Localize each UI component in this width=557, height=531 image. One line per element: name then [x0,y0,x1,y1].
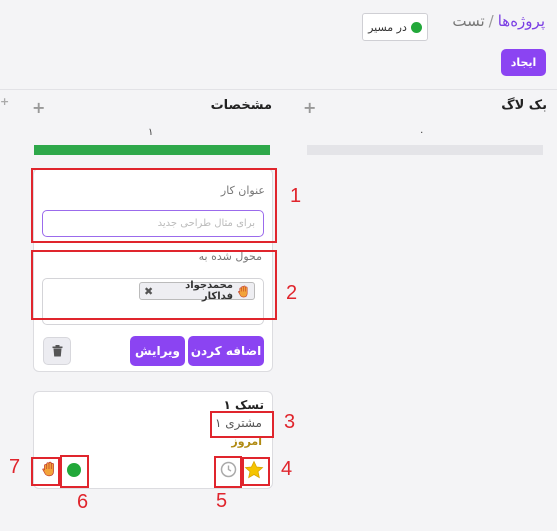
annotation-number-3: 3 [284,411,296,433]
status-label: در مسیر [368,20,407,34]
add-button[interactable]: اضافه کردن [188,336,264,366]
specs-count: ۱ [148,127,154,138]
annotation-box-4 [242,457,270,486]
task-card-title: تسک ۱ [223,398,264,412]
breadcrumb-separator: / [488,12,494,30]
backlog-count: ۰ [419,127,425,138]
annotation-box-5 [214,456,242,488]
breadcrumb-current: تست [452,12,485,30]
next-column-add-plus-icon[interactable]: + [0,96,9,107]
specs-progress-bar [34,145,270,155]
backlog-add-plus-icon[interactable]: + [303,100,316,116]
annotation-box-7 [31,457,60,486]
annotation-number-2: 2 [286,282,298,304]
specs-add-plus-icon[interactable]: + [32,100,45,116]
annotation-number-1: 1 [290,185,302,207]
annotation-number-4: 4 [281,458,293,480]
project-status-badge[interactable]: در مسیر [362,13,428,41]
annotation-number-5: 5 [216,490,228,512]
breadcrumb: پروژه‌ها/تست [452,12,545,30]
column-title-backlog: بک لاگ [501,98,547,113]
trash-icon [52,345,63,357]
annotation-number-6: 6 [77,491,89,513]
edit-button[interactable]: ویرایش [130,336,185,366]
delete-button[interactable] [43,337,71,365]
annotation-box-6 [60,455,89,488]
annotation-box-3 [210,411,274,438]
annotation-number-7: 7 [9,456,21,478]
annotation-box-1 [31,168,277,243]
top-bar: پروژه‌ها/تست در مسیر ایجاد [0,0,557,90]
column-title-specs: مشخصات [210,98,272,113]
status-dot-icon [410,21,422,33]
annotation-box-2 [31,250,277,320]
backlog-progress-bar [307,145,543,155]
create-button[interactable]: ایجاد [501,49,546,76]
breadcrumb-projects-link[interactable]: پروژه‌ها [498,12,545,30]
